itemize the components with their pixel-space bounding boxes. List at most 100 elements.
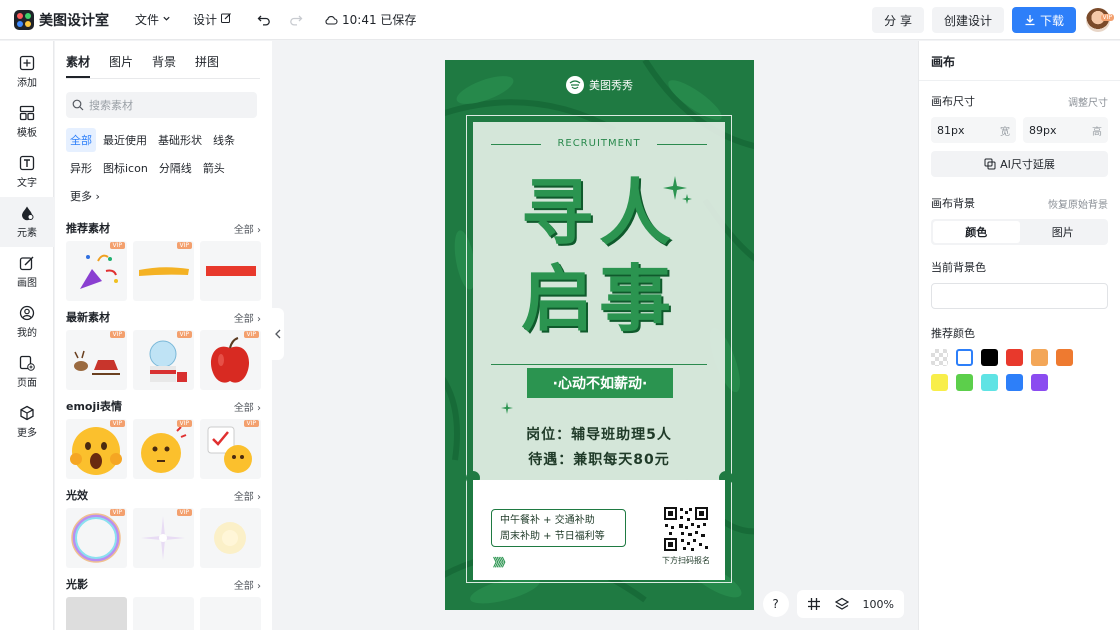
shocked-face-icon bbox=[70, 427, 122, 475]
tab-backgrounds[interactable]: 背景 bbox=[152, 53, 176, 78]
rail-item-more[interactable]: 更多 bbox=[0, 397, 54, 447]
color-swatch[interactable] bbox=[1006, 349, 1023, 366]
adjust-size-link[interactable]: 调整尺寸 bbox=[1068, 94, 1108, 109]
download-button[interactable]: 下载 bbox=[1011, 7, 1076, 33]
color-swatch[interactable] bbox=[931, 374, 948, 391]
section-all-link[interactable]: 全部 › bbox=[234, 310, 261, 325]
chip-irregular[interactable]: 异形 bbox=[66, 156, 96, 180]
chip-icons[interactable]: 图标icon bbox=[99, 156, 152, 180]
current-bg-label: 当前背景色 bbox=[931, 261, 986, 274]
grid-button[interactable] bbox=[807, 597, 821, 611]
chip-more[interactable]: 更多 › bbox=[66, 184, 104, 208]
qr-label: 下方扫码报名 bbox=[662, 556, 710, 565]
headline-line-2: 启事 bbox=[520, 257, 677, 341]
asset-glow[interactable] bbox=[200, 508, 261, 568]
rail-item-draw[interactable]: 画图 bbox=[0, 247, 54, 297]
width-field[interactable]: 81px 宽 bbox=[931, 117, 1016, 143]
ai-extend-button[interactable]: AI尺寸延展 bbox=[931, 151, 1108, 177]
small-star-icon bbox=[501, 402, 513, 414]
height-field[interactable]: 89px 高 bbox=[1023, 117, 1108, 143]
seg-image[interactable]: 图片 bbox=[1020, 221, 1107, 243]
asset-shadow-3[interactable] bbox=[200, 597, 261, 630]
poster[interactable]: 美图秀秀 RECRUITMENT 寻人 启事 ·心动不如薪动· 岗位：辅导班助理… bbox=[445, 60, 754, 610]
chip-all[interactable]: 全部 bbox=[66, 128, 96, 152]
asset-shadow-2[interactable] bbox=[133, 597, 194, 630]
color-swatch[interactable] bbox=[931, 349, 948, 366]
asset-emoji-check[interactable]: VIP bbox=[200, 419, 261, 479]
section-all-link[interactable]: 全部 › bbox=[234, 399, 261, 414]
chip-dividers[interactable]: 分隔线 bbox=[155, 156, 196, 180]
vip-tag: VIP bbox=[176, 331, 192, 338]
asset-rainbow-ring[interactable]: VIP bbox=[66, 508, 127, 568]
section-title: emoji表情 bbox=[66, 400, 123, 413]
chip-basic-shapes[interactable]: 基础形状 bbox=[154, 128, 206, 152]
share-button[interactable]: 分 享 bbox=[872, 7, 924, 33]
checklist-face-icon bbox=[207, 426, 252, 473]
rail-label: 画图 bbox=[17, 278, 37, 289]
section-all-link[interactable]: 全部 › bbox=[234, 221, 261, 236]
tab-collage[interactable]: 拼图 bbox=[195, 53, 219, 78]
thinking-face-icon bbox=[141, 426, 187, 473]
asset-apple[interactable]: VIP bbox=[200, 330, 261, 390]
slogan-banner: ·心动不如薪动· bbox=[527, 368, 673, 398]
chip-lines[interactable]: 线条 bbox=[209, 128, 239, 152]
brand-name: 美图秀秀 bbox=[589, 79, 633, 92]
section-all-link[interactable]: 全部 › bbox=[234, 577, 261, 592]
chip-recent[interactable]: 最近使用 bbox=[99, 128, 151, 152]
color-swatch[interactable] bbox=[1031, 349, 1048, 366]
asset-yellow-brush[interactable]: VIP bbox=[133, 241, 194, 301]
asset-snow-globe[interactable]: VIP bbox=[133, 330, 194, 390]
job-salary: 待遇：兼职每天80元 bbox=[528, 452, 670, 468]
tab-images[interactable]: 图片 bbox=[109, 53, 133, 78]
redo-button[interactable] bbox=[286, 10, 306, 30]
current-bg-color-field[interactable] bbox=[931, 283, 1108, 309]
asset-emoji-thinking[interactable]: VIP bbox=[133, 419, 194, 479]
seg-color[interactable]: 颜色 bbox=[933, 221, 1020, 243]
height-value: 89px bbox=[1029, 123, 1057, 137]
restore-bg-link[interactable]: 恢复原始背景 bbox=[1048, 196, 1108, 211]
section-all-link[interactable]: 全部 › bbox=[234, 488, 261, 503]
design-menu-label: 设计 bbox=[193, 13, 218, 27]
asset-reindeer-sleigh[interactable]: VIP bbox=[66, 330, 127, 390]
zoom-level[interactable]: 100% bbox=[863, 598, 894, 611]
create-design-button[interactable]: 创建设计 bbox=[931, 7, 1004, 33]
chevron-down-icon bbox=[162, 14, 171, 26]
design-menu[interactable]: 设计 bbox=[193, 11, 232, 28]
search-input[interactable]: 搜索素材 bbox=[66, 92, 257, 118]
app-logo[interactable]: 美图设计室 bbox=[14, 9, 109, 30]
layers-button[interactable] bbox=[834, 597, 849, 611]
avatar[interactable]: VIP bbox=[1086, 8, 1114, 32]
file-menu[interactable]: 文件 bbox=[135, 11, 171, 28]
color-swatch[interactable] bbox=[981, 374, 998, 391]
brush-stroke-icon bbox=[139, 267, 189, 276]
chip-arrows[interactable]: 箭头 bbox=[199, 156, 229, 180]
color-swatch[interactable] bbox=[981, 349, 998, 366]
asset-tabs: 素材 图片 背景 拼图 bbox=[66, 53, 260, 79]
rail-item-template[interactable]: 模板 bbox=[0, 97, 54, 147]
tab-materials[interactable]: 素材 bbox=[66, 53, 91, 78]
rail-item-add[interactable]: 添加 bbox=[0, 47, 54, 97]
rail-item-elements[interactable]: 元素 bbox=[0, 197, 54, 247]
asset-party-popper[interactable]: VIP bbox=[66, 241, 127, 301]
rail-label: 模板 bbox=[17, 128, 37, 139]
rail-item-mine[interactable]: 我的 bbox=[0, 297, 54, 347]
asset-red-bar[interactable] bbox=[200, 241, 261, 301]
color-swatch[interactable] bbox=[956, 349, 973, 366]
color-swatch[interactable] bbox=[1056, 349, 1073, 366]
logo-icon bbox=[14, 9, 34, 30]
rail-label: 元素 bbox=[17, 228, 37, 239]
color-swatch[interactable] bbox=[1006, 374, 1023, 391]
benefit-line-1: 中午餐补 + 交通补助 bbox=[500, 515, 595, 526]
color-swatch[interactable] bbox=[956, 374, 973, 391]
asset-shadow-1[interactable] bbox=[66, 597, 127, 630]
asset-emoji-shocked[interactable]: VIP bbox=[66, 419, 127, 479]
vip-tag: VIP bbox=[109, 242, 125, 249]
asset-star-sparkle[interactable]: VIP bbox=[133, 508, 194, 568]
canvas-area: 美图秀秀 RECRUITMENT 寻人 启事 ·心动不如薪动· 岗位：辅导班助理… bbox=[272, 41, 918, 630]
rail-item-text[interactable]: 文字 bbox=[0, 147, 54, 197]
poster-brand: 美图秀秀 bbox=[445, 76, 754, 94]
help-button[interactable]: ? bbox=[762, 591, 789, 617]
color-swatch[interactable] bbox=[1031, 374, 1048, 391]
rail-item-page[interactable]: 页面 bbox=[0, 347, 54, 397]
undo-button[interactable] bbox=[254, 10, 274, 30]
